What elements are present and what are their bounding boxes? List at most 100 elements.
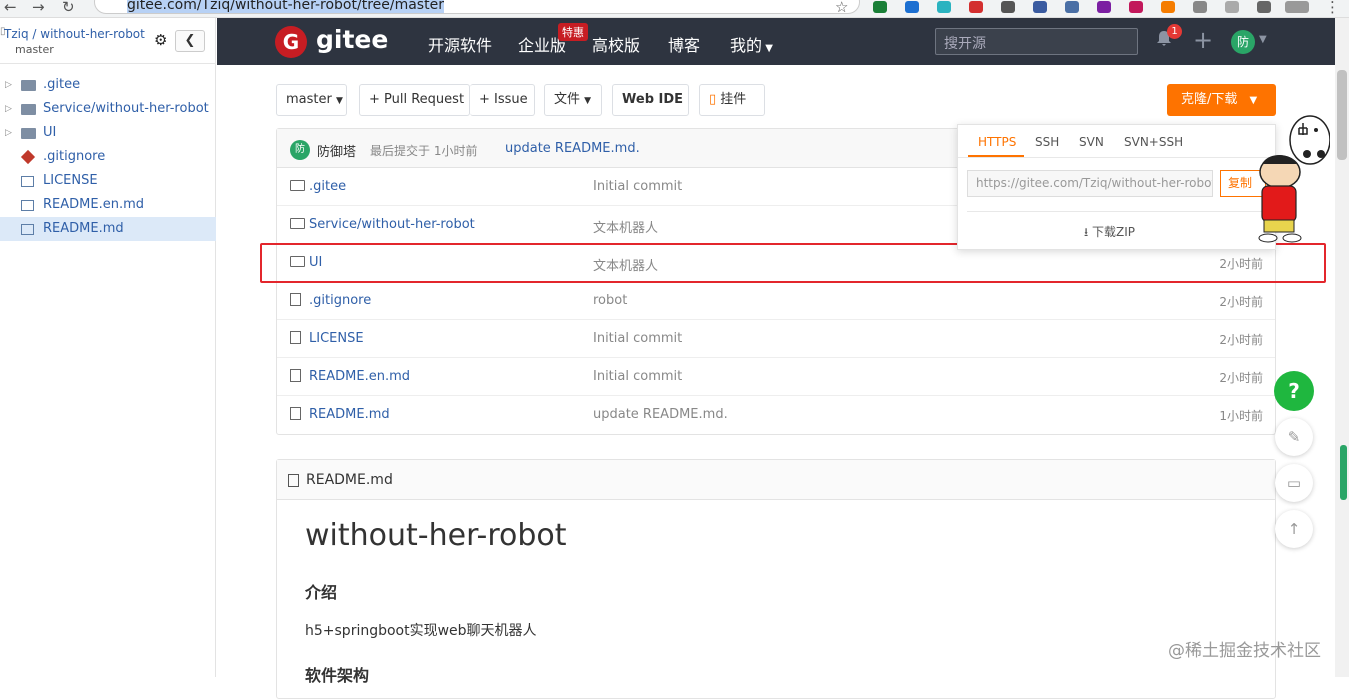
branch-select-label: master xyxy=(286,92,332,107)
tree-item-ui[interactable]: ▷ UI xyxy=(0,121,216,145)
search-input[interactable]: 搜开源 xyxy=(935,28,1138,55)
caret-down-icon[interactable]: ▼ xyxy=(1259,34,1267,45)
issue-button[interactable]: + Issue xyxy=(470,84,535,116)
branch-select[interactable]: master ▼ xyxy=(276,84,347,116)
commit-message[interactable]: update README.md. xyxy=(505,141,640,156)
nav-mine[interactable]: 我的 ▼ xyxy=(730,32,773,56)
extension-icon[interactable] xyxy=(1033,1,1047,13)
extension-icon[interactable] xyxy=(1097,1,1111,13)
table-row[interactable]: README.en.md Initial commit 2小时前 xyxy=(277,358,1275,396)
extension-icon[interactable] xyxy=(1065,1,1079,13)
file-commit-message[interactable]: Initial commit xyxy=(593,331,682,346)
plus-icon[interactable]: + xyxy=(1193,26,1213,54)
tab-svn[interactable]: SVN xyxy=(1079,135,1104,149)
file-icon xyxy=(290,407,301,420)
web-ide-button[interactable]: Web IDE xyxy=(612,84,689,116)
tree-item-license[interactable]: LICENSE xyxy=(0,169,216,193)
nav-education[interactable]: 高校版 xyxy=(592,32,640,56)
file-name[interactable]: README.en.md xyxy=(309,369,410,384)
file-commit-message[interactable]: robot xyxy=(593,293,627,308)
repo-title[interactable]: Tziq / without-her-robot xyxy=(4,27,145,41)
file-time: 2小时前 xyxy=(1219,333,1263,347)
menu-icon[interactable]: ⋮ xyxy=(1325,0,1340,16)
widget-button[interactable]: ▯ 挂件 xyxy=(699,84,765,116)
mascot-sticker xyxy=(1258,115,1330,243)
feedback-button[interactable]: ✎ xyxy=(1275,418,1313,456)
pull-request-button[interactable]: + Pull Request xyxy=(359,84,470,116)
files-menu-label: 文件 xyxy=(554,92,581,107)
chevron-right-icon[interactable]: ▷ xyxy=(5,121,12,145)
file-icon xyxy=(21,224,34,235)
nav-mine-label: 我的 xyxy=(730,36,763,55)
file-name[interactable]: LICENSE xyxy=(309,331,364,346)
extension-puzzle-icon[interactable] xyxy=(1257,1,1271,13)
folder-icon xyxy=(290,180,305,191)
profile-icon[interactable] xyxy=(1285,1,1309,13)
tree-item-service[interactable]: ▷ Service/without-her-robot xyxy=(0,97,216,121)
chevron-right-icon[interactable]: ▷ xyxy=(5,97,12,121)
file-icon xyxy=(290,331,301,344)
tree-item-readme-en[interactable]: README.en.md xyxy=(0,193,216,217)
extension-icon[interactable] xyxy=(873,1,887,13)
gear-icon[interactable]: ⚙ xyxy=(154,31,167,49)
extension-icon[interactable] xyxy=(1129,1,1143,13)
caret-down-icon: ▼ xyxy=(584,96,592,106)
file-icon xyxy=(290,293,301,306)
tree-item-readme[interactable]: README.md xyxy=(0,217,216,241)
readme-title: without-her-robot xyxy=(305,518,567,553)
clone-label: 克隆/下载 xyxy=(1181,92,1238,107)
files-menu-button[interactable]: 文件 ▼ xyxy=(544,84,602,116)
table-row[interactable]: README.md update README.md. 1小时前 xyxy=(277,396,1275,434)
avatar[interactable]: 防 xyxy=(1231,30,1255,54)
file-name[interactable]: .gitignore xyxy=(309,293,371,308)
table-row[interactable]: .gitignore robot 2小时前 xyxy=(277,282,1275,320)
extension-icon[interactable] xyxy=(1193,1,1207,13)
collapse-sidebar-button[interactable]: ❮ xyxy=(175,30,205,52)
url-text[interactable]: gitee.com/Tziq/without-her-robot/tree/ma… xyxy=(127,0,444,13)
clone-url-input[interactable]: https://gitee.com/Tziq/without-her-robot… xyxy=(967,170,1213,197)
chevron-right-icon[interactable]: ▷ xyxy=(5,73,12,97)
file-name[interactable]: README.md xyxy=(309,407,390,422)
tree-item-gitignore[interactable]: .gitignore xyxy=(0,145,216,169)
back-to-top-button[interactable]: ↑ xyxy=(1275,510,1313,548)
forward-icon[interactable]: → xyxy=(32,0,45,16)
git-icon xyxy=(20,149,36,165)
nav-blog[interactable]: 博客 xyxy=(668,32,700,56)
table-row[interactable]: LICENSE Initial commit 2小时前 xyxy=(277,320,1275,358)
back-icon[interactable]: ← xyxy=(4,0,17,16)
tab-https[interactable]: HTTPS xyxy=(978,135,1016,149)
extension-icon[interactable] xyxy=(905,1,919,13)
commit-author[interactable]: 防御塔 xyxy=(317,141,356,160)
reload-icon[interactable]: ↻ xyxy=(62,0,75,16)
file-name[interactable]: .gitee xyxy=(309,179,346,194)
bookmark-star-icon[interactable]: ☆ xyxy=(835,0,848,16)
file-commit-message[interactable]: update README.md. xyxy=(593,407,728,422)
extension-icon[interactable] xyxy=(1225,1,1239,13)
extension-icon[interactable] xyxy=(937,1,951,13)
gitee-logo-text[interactable]: gitee xyxy=(316,25,388,54)
file-commit-message[interactable]: Initial commit xyxy=(593,369,682,384)
folder-icon xyxy=(21,104,36,115)
chat-button[interactable]: ▭ xyxy=(1275,464,1313,502)
extension-icon[interactable] xyxy=(1161,1,1175,13)
extension-icon[interactable] xyxy=(969,1,983,13)
extension-icon[interactable] xyxy=(1001,1,1015,13)
file-commit-message[interactable]: 文本机器人 xyxy=(593,217,658,236)
file-commit-message[interactable]: Initial commit xyxy=(593,179,682,194)
sidebar-header: ▯ Tziq / without-her-robot master ⚙ ❮ xyxy=(0,18,216,64)
file-time: 1小时前 xyxy=(1219,409,1263,423)
tabs-divider xyxy=(958,157,1275,158)
file-name[interactable]: Service/without-her-robot xyxy=(309,217,475,232)
chat-icon: ▭ xyxy=(1286,474,1302,492)
tab-ssh[interactable]: SSH xyxy=(1035,135,1059,149)
gitee-logo-icon[interactable]: G xyxy=(275,26,307,58)
nav-open-source[interactable]: 开源软件 xyxy=(428,32,492,56)
tab-svn-ssh[interactable]: SVN+SSH xyxy=(1124,135,1183,149)
tree-item-gitee[interactable]: ▷ .gitee xyxy=(0,73,216,97)
help-button[interactable]: ? xyxy=(1274,371,1314,411)
download-zip-link[interactable]: ⭳ 下载ZIP xyxy=(1084,223,1135,244)
top-navbar: G gitee 开源软件 企业版 特惠 高校版 博客 我的 ▼ 搜开源 1 + … xyxy=(217,18,1335,65)
avatar[interactable]: 防 xyxy=(290,140,310,160)
scrollbar-thumb[interactable] xyxy=(1337,70,1347,160)
address-bar[interactable]: gitee.com/Tziq/without-her-robot/tree/ma… xyxy=(94,0,860,14)
